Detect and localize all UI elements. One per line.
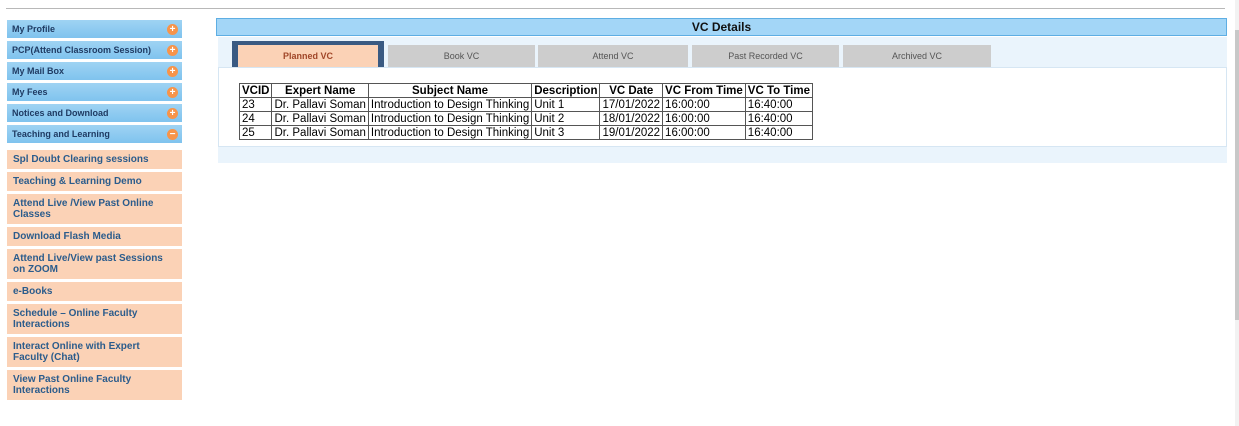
col-description: Description bbox=[531, 83, 601, 98]
tab-book-vc[interactable]: Book VC bbox=[388, 45, 535, 67]
submenu-item[interactable]: Attend Live/View past Sessions on ZOOM bbox=[7, 249, 182, 279]
sidebar-item-teaching-and-learning[interactable]: Teaching and Learning − bbox=[7, 125, 182, 143]
col-vc-to-time: VC To Time bbox=[744, 83, 814, 98]
col-vcid: VCID bbox=[238, 83, 273, 98]
table-row: 23 Dr. Pallavi Soman Introduction to Desig… bbox=[238, 97, 814, 112]
cell-subject-name: Introduction to Design Thinking bbox=[367, 111, 533, 126]
tab-archived-vc[interactable]: Archived VC bbox=[843, 45, 991, 67]
tab-content: VCID Expert Name Subject Name Descriptio… bbox=[218, 67, 1227, 147]
table-row: 25 Dr. Pallavi Soman Introduction to Desig… bbox=[238, 125, 814, 140]
cell-subject-name: Introduction to Design Thinking bbox=[367, 97, 533, 112]
sidebar-item-label: My Profile bbox=[12, 24, 56, 34]
cell-vc-from-time: 16:00:00 bbox=[662, 97, 746, 112]
plus-icon[interactable]: + bbox=[167, 23, 178, 35]
sidebar-item-label: Teaching and Learning bbox=[12, 129, 110, 139]
top-divider bbox=[6, 8, 1225, 9]
cell-vc-from-time: 16:00:00 bbox=[662, 125, 746, 140]
sidebar-item-notices-and-download[interactable]: Notices and Download + bbox=[7, 104, 182, 122]
minus-icon[interactable]: − bbox=[167, 128, 178, 140]
cell-subject-name: Introduction to Design Thinking bbox=[367, 125, 533, 140]
table-header-row: VCID Expert Name Subject Name Descriptio… bbox=[238, 83, 814, 98]
scrollbar-thumb[interactable] bbox=[1235, 30, 1239, 320]
cell-vc-from-time: 16:00:00 bbox=[662, 111, 746, 126]
submenu-item[interactable]: Teaching & Learning Demo bbox=[7, 172, 182, 191]
sidebar-item-label: Notices and Download bbox=[12, 108, 109, 118]
col-vc-date: VC Date bbox=[599, 83, 664, 98]
col-subject-name: Subject Name bbox=[367, 83, 533, 98]
sidebar-menu: My Profile + PCP(Attend Classroom Session)… bbox=[7, 20, 182, 143]
cell-vc-to-time: 16:40:00 bbox=[744, 125, 814, 140]
plus-icon[interactable]: + bbox=[167, 107, 178, 119]
sidebar-item-my-profile[interactable]: My Profile + bbox=[7, 20, 182, 38]
submenu-item[interactable]: Interact Online with Expert Faculty (Cha… bbox=[7, 337, 182, 367]
cell-expert-name: Dr. Pallavi Soman bbox=[271, 111, 369, 126]
submenu-item[interactable]: e-Books bbox=[7, 282, 182, 301]
plus-icon[interactable]: + bbox=[167, 65, 178, 77]
tab-attend-vc[interactable]: Attend VC bbox=[538, 45, 688, 67]
col-vc-from-time: VC From Time bbox=[662, 83, 746, 98]
tab-past-recorded-vc[interactable]: Past Recorded VC bbox=[692, 45, 839, 67]
sidebar: My Profile + PCP(Attend Classroom Session)… bbox=[7, 20, 182, 403]
cell-vc-to-time: 16:40:00 bbox=[744, 97, 814, 112]
sidebar-item-label: PCP(Attend Classroom Session) bbox=[12, 45, 152, 55]
cell-vcid: 23 bbox=[238, 97, 273, 112]
sidebar-item-pcp-attend-classroom-session[interactable]: PCP(Attend Classroom Session) + bbox=[7, 41, 182, 59]
cell-expert-name: Dr. Pallavi Soman bbox=[271, 97, 369, 112]
tab-planned-vc[interactable]: Planned VC bbox=[238, 45, 378, 69]
submenu-item[interactable]: Spl Doubt Clearing sessions bbox=[7, 150, 182, 169]
table-row: 24 Dr. Pallavi Soman Introduction to Desig… bbox=[238, 111, 814, 126]
cell-description: Unit 1 bbox=[531, 97, 601, 112]
sidebar-item-my-mail-box[interactable]: My Mail Box + bbox=[7, 62, 182, 80]
plus-icon[interactable]: + bbox=[167, 44, 178, 56]
cell-vc-date: 19/01/2022 bbox=[599, 125, 664, 140]
cell-vcid: 25 bbox=[238, 125, 273, 140]
submenu-item[interactable]: Schedule – Online Faculty Interactions bbox=[7, 304, 182, 334]
cell-description: Unit 3 bbox=[531, 125, 601, 140]
sidebar-item-my-fees[interactable]: My Fees + bbox=[7, 83, 182, 101]
sidebar-item-label: My Mail Box bbox=[12, 66, 65, 76]
sidebar-item-label: My Fees bbox=[12, 87, 48, 97]
cell-vc-date: 18/01/2022 bbox=[599, 111, 664, 126]
cell-vc-to-time: 16:40:00 bbox=[744, 111, 814, 126]
cell-expert-name: Dr. Pallavi Soman bbox=[271, 125, 369, 140]
planned-vc-table: VCID Expert Name Subject Name Descriptio… bbox=[238, 83, 814, 140]
cell-description: Unit 2 bbox=[531, 111, 601, 126]
submenu-item[interactable]: View Past Online Faculty Interactions bbox=[7, 370, 182, 400]
cell-vc-date: 17/01/2022 bbox=[599, 97, 664, 112]
plus-icon[interactable]: + bbox=[167, 86, 178, 98]
teaching-learning-submenu: Spl Doubt Clearing sessions Teaching & Le… bbox=[7, 150, 182, 400]
col-expert-name: Expert Name bbox=[271, 83, 369, 98]
cell-vcid: 24 bbox=[238, 111, 273, 126]
submenu-item[interactable]: Attend Live /View Past Online Classes bbox=[7, 194, 182, 224]
vc-details-header: VC Details bbox=[216, 18, 1227, 36]
vc-panel: Planned VC Book VC Attend VC Past Record… bbox=[218, 37, 1227, 163]
submenu-item[interactable]: Download Flash Media bbox=[7, 227, 182, 246]
